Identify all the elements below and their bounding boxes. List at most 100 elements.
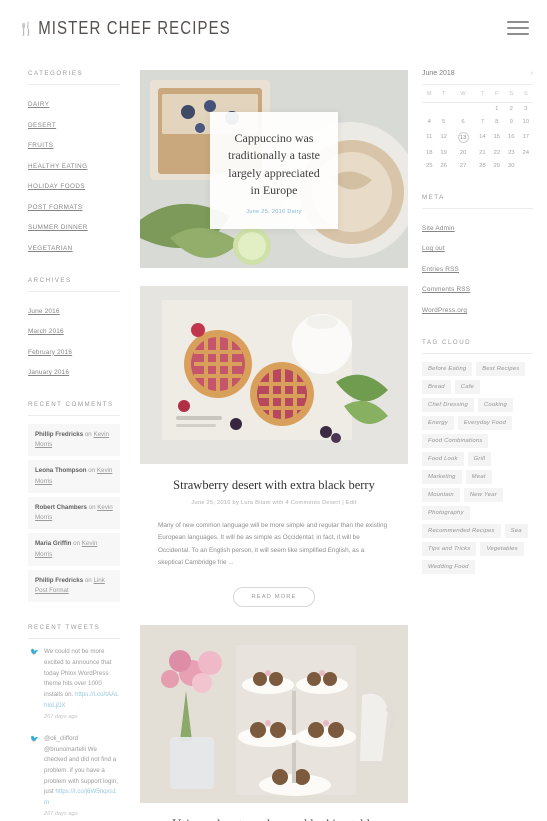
- calendar-day[interactable]: 7: [475, 116, 489, 129]
- post-meta[interactable]: June 25, 2016 by Lura Bliam with 4 Comme…: [140, 500, 408, 506]
- tag-item-16[interactable]: Recommended Recipes: [422, 523, 501, 538]
- site-logo[interactable]: 🍴 MISTER CHEF RECIPES: [18, 17, 231, 39]
- calendar-day[interactable]: 17: [519, 129, 534, 147]
- tag-item-17[interactable]: Sea: [504, 523, 528, 538]
- archive-link-0[interactable]: June 2016: [28, 308, 60, 315]
- calendar-empty-cell: [475, 103, 489, 116]
- calendar-day[interactable]: 21: [475, 146, 489, 159]
- tag-item-3[interactable]: Cafe: [454, 379, 480, 394]
- calendar-day[interactable]: 30: [504, 159, 518, 172]
- tweet-link[interactable]: https://t.co/j6W5nqxs1m: [44, 788, 116, 806]
- calendar-day[interactable]: 5: [436, 116, 450, 129]
- page-root: 🍴 MISTER CHEF RECIPES CATEGORIES DAIRY DE…: [0, 0, 547, 821]
- tag-item-20[interactable]: Wedding Food: [422, 559, 475, 574]
- calendar-day[interactable]: 25: [422, 159, 436, 172]
- calendar-day[interactable]: 4: [422, 116, 436, 129]
- tag-item-2[interactable]: Bread: [422, 379, 451, 394]
- calendar-day[interactable]: 26: [436, 159, 450, 172]
- comment-author: Phillip Fredricks: [35, 431, 84, 438]
- tag-item-12[interactable]: Meat: [465, 469, 492, 484]
- tag-item-10[interactable]: Grill: [467, 451, 492, 466]
- meta-link-0[interactable]: Site Admin: [422, 225, 455, 232]
- meta-link-2[interactable]: Entries RSS: [422, 266, 459, 273]
- calendar-day[interactable]: 19: [436, 146, 450, 159]
- calendar-day[interactable]: 6: [451, 116, 475, 129]
- comment-author: Phillip Fredricks: [35, 576, 84, 584]
- tag-item-11[interactable]: Marketing: [422, 469, 462, 484]
- calendar-weekday: M: [422, 84, 437, 103]
- tag-item-0[interactable]: Before Eating: [422, 361, 473, 376]
- archive-link-2[interactable]: February 2016: [28, 349, 72, 356]
- calendar-day[interactable]: 14: [475, 129, 489, 147]
- calendar-day[interactable]: 28: [475, 159, 489, 172]
- calendar-day[interactable]: 9: [504, 116, 518, 129]
- calendar-day[interactable]: 24: [519, 146, 534, 159]
- tag-item-7[interactable]: Everyday Food: [457, 415, 513, 430]
- meta-link-4[interactable]: WordPress.org: [422, 307, 467, 314]
- calendar-day[interactable]: 2: [504, 103, 518, 116]
- tag-item-14[interactable]: New Year: [463, 487, 503, 502]
- tag-item-4[interactable]: Chef Dressing: [422, 397, 474, 412]
- calendar-weekday: T: [436, 84, 451, 103]
- calendar-day[interactable]: 11: [422, 129, 436, 147]
- calendar-week-row: 4 5 6 7 8 9 10: [422, 116, 533, 129]
- archive-link-3[interactable]: January 2016: [28, 369, 69, 376]
- widget-recent-comments: RECENT COMMENTS Phillip Fredricks on Kev…: [28, 401, 120, 603]
- tag-item-15[interactable]: Photography: [422, 505, 470, 520]
- list-item: VEGETARIAN: [28, 237, 120, 255]
- category-link-0[interactable]: DAIRY: [28, 101, 49, 108]
- calendar-day[interactable]: 3: [519, 103, 534, 116]
- tag-item-5[interactable]: Cooking: [477, 397, 513, 412]
- calendar-day[interactable]: 18: [422, 146, 436, 159]
- archive-link-1[interactable]: March 2016: [28, 328, 64, 335]
- post-title[interactable]: Strawberry desert with extra black berry: [140, 478, 408, 493]
- calendar-day[interactable]: 15: [490, 129, 504, 147]
- tag-item-6[interactable]: Energy: [422, 415, 454, 430]
- dessert-table-photo-art: [140, 624, 408, 803]
- meta-link-1[interactable]: Log out: [422, 245, 445, 252]
- quote-text: Cappuccino was traditionally a taste lar…: [228, 131, 320, 198]
- calendar-day[interactable]: 29: [490, 159, 504, 172]
- category-link-3[interactable]: HEALTHY EATING: [28, 163, 88, 170]
- calendar-day[interactable]: 12: [436, 129, 450, 147]
- tag-item-13[interactable]: Mountain: [422, 487, 460, 502]
- tweet-timestamp: 267 days ago: [44, 811, 78, 818]
- tag-item-8[interactable]: Food Combinations: [422, 433, 489, 448]
- widget-recent-tweets: RECENT TWEETS 🐦 We could not be more exci…: [28, 624, 120, 821]
- category-link-1[interactable]: DESERT: [28, 122, 56, 129]
- calendar-day[interactable]: 23: [504, 146, 518, 159]
- dessert-table-flowers-photo: [140, 624, 408, 803]
- post-title[interactable]: Using colors to make good looking table: [140, 817, 408, 821]
- hamburger-menu-icon[interactable]: [507, 21, 529, 35]
- site-title: MISTER CHEF RECIPES: [38, 17, 231, 39]
- widget-categories: CATEGORIES DAIRY DESERT FRUITS HEALTHY EATI…: [28, 70, 120, 255]
- calendar-empty-cell: [422, 103, 436, 116]
- calendar-next-icon[interactable]: ›: [531, 70, 533, 77]
- category-link-6[interactable]: SUMMER DINNER: [28, 224, 88, 231]
- calendar-day[interactable]: 27: [451, 159, 475, 172]
- calendar-week-row: 11 12 13 14 15 16 17: [422, 129, 533, 147]
- category-link-4[interactable]: HOLIDAY FOODS: [28, 183, 85, 190]
- calendar-day[interactable]: 13: [451, 129, 475, 147]
- tag-item-9[interactable]: Food Look: [422, 451, 464, 466]
- read-more-button[interactable]: READ MORE: [233, 586, 315, 607]
- quote-meta[interactable]: June 25, 2016 Dairy: [224, 209, 324, 215]
- tag-item-19[interactable]: Vegetables: [480, 541, 524, 556]
- category-link-7[interactable]: VEGETARIAN: [28, 245, 73, 252]
- fork-knife-icon: 🍴: [18, 20, 34, 36]
- meta-link-3[interactable]: Comments RSS: [422, 286, 470, 293]
- calendar-day[interactable]: 20: [451, 146, 475, 159]
- category-link-5[interactable]: POST FORMATS: [28, 204, 83, 211]
- tag-item-18[interactable]: Tips and Tricks: [422, 541, 477, 556]
- tag-item-1[interactable]: Best Recipes: [476, 361, 526, 376]
- calendar-day[interactable]: 8: [490, 116, 504, 129]
- calendar-day[interactable]: 1: [490, 103, 504, 116]
- category-link-2[interactable]: FRUITS: [28, 142, 53, 149]
- widget-meta: META Site Admin Log out Entries RSS Comment…: [422, 194, 533, 317]
- widget-title-categories: CATEGORIES: [28, 70, 120, 85]
- calendar-day[interactable]: 10: [519, 116, 534, 129]
- post-quote: Cappuccino was traditionally a taste lar…: [140, 70, 408, 268]
- calendar-day[interactable]: 16: [504, 129, 518, 147]
- hamburger-line: [507, 27, 529, 29]
- calendar-day[interactable]: 22: [490, 146, 504, 159]
